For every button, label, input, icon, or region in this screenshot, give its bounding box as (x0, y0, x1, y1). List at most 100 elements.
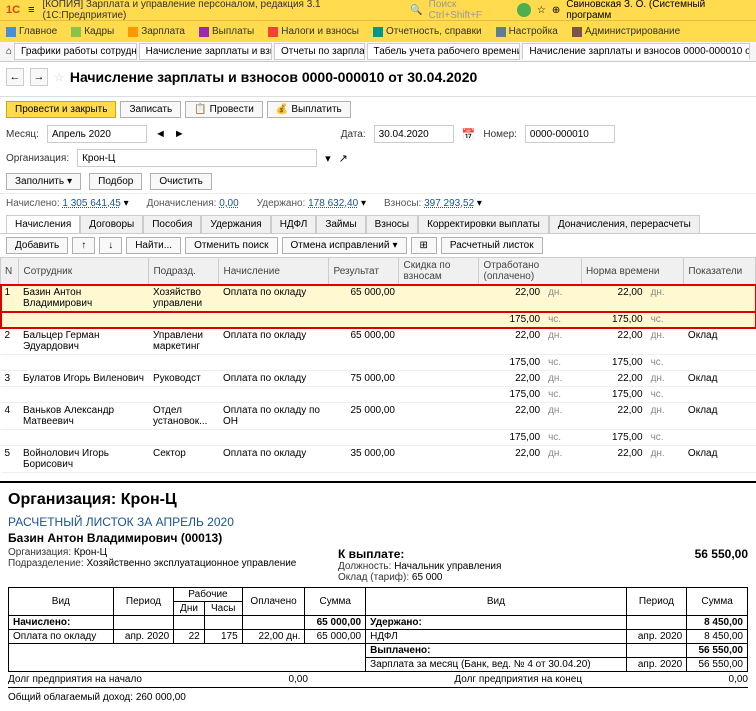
slip-col-period-l: Период (113, 588, 174, 616)
tab-ndfl[interactable]: НДФЛ (271, 215, 317, 233)
pay-button[interactable]: 💰Выплатить (267, 101, 351, 118)
window-title: [КОПИЯ] Зарплата и управление персоналом… (42, 0, 402, 21)
number-field[interactable] (525, 125, 615, 143)
tab-accruals-list[interactable]: Начисление зарплаты и взносов× (139, 43, 272, 60)
table-commands: Добавить ↑ ↓ Найти... Отменить поиск Отм… (0, 234, 756, 257)
tab-loans[interactable]: Займы (316, 215, 365, 233)
table-row[interactable]: 175,00чс. 175,00чс. (1, 312, 756, 328)
table-row[interactable]: 175,00чс. 175,00чс. (1, 430, 756, 446)
month-prev-icon[interactable]: ◄ (155, 128, 166, 140)
rate-value: 65 000 (412, 572, 443, 583)
cancel-find-button[interactable]: Отменить поиск (185, 237, 277, 254)
cancel-corrections-button[interactable]: Отмена исправлений ▾ (282, 237, 407, 254)
search-icon[interactable]: 🔍 (410, 5, 422, 16)
pos-label: Должность: (338, 561, 391, 572)
payslip-section: Организация: Крон-Ц РАСЧЕТНЫЙ ЛИСТОК ЗА … (0, 481, 756, 711)
slip-bank-period: апр. 2020 (626, 658, 687, 672)
tab-corrections[interactable]: Корректировки выплаты (418, 215, 549, 233)
tab-contributions[interactable]: Взносы (366, 215, 419, 233)
find-button[interactable]: Найти... (126, 237, 181, 254)
col-result[interactable]: Результат (329, 258, 399, 285)
payslip-button[interactable]: Расчетный листок (441, 237, 543, 254)
tab-contracts[interactable]: Договоры (80, 215, 143, 233)
slip-paid-cat: Выплачено: (366, 644, 627, 658)
open-icon[interactable]: ↗ (339, 152, 348, 165)
col-dept[interactable]: Подразд. (149, 258, 219, 285)
home-icon[interactable]: ⌂ (6, 46, 12, 57)
rate-label: Оклад (тариф): (338, 572, 409, 583)
col-emp[interactable]: Сотрудник (19, 258, 149, 285)
accrued-value[interactable]: 1 305 641,45 (62, 198, 120, 209)
payslip-dept: Хозяйственно эксплуатационное управление (86, 558, 296, 569)
move-down-button[interactable]: ↓ (99, 237, 122, 254)
col-disc[interactable]: Скидка по взносам (399, 258, 479, 285)
show-details-button[interactable]: ⊞ (411, 237, 437, 254)
slip-col-sum-r: Сумма (687, 588, 748, 616)
nav-fwd-button[interactable]: → (30, 68, 48, 86)
menu-payments[interactable]: Выплаты (199, 26, 254, 37)
col-n[interactable]: N (1, 258, 19, 285)
contrib-value[interactable]: 397 293,52 (424, 198, 474, 209)
month-label: Месяц: (6, 129, 39, 140)
menu-admin[interactable]: Администрирование (572, 26, 680, 37)
tab-benefits[interactable]: Пособия (143, 215, 201, 233)
income-label: Общий облагаемый доход: (8, 692, 133, 703)
favorite-icon[interactable]: ☆ (54, 71, 64, 84)
org-field[interactable] (77, 149, 317, 167)
menu-icon[interactable]: ≡ (28, 4, 34, 16)
col-norm[interactable]: Норма времени (581, 258, 683, 285)
table-row[interactable]: 2 Бальцер Герман Эдуардович Управлени ма… (1, 328, 756, 355)
tab-recalc[interactable]: Доначисления, перерасчеты (549, 215, 700, 233)
fill-button[interactable]: Заполнить ▾ (6, 173, 81, 190)
post-close-button[interactable]: Провести и закрыть (6, 101, 116, 118)
table-row[interactable]: 175,00чс. 175,00чс. (1, 387, 756, 403)
search-placeholder[interactable]: Поиск Ctrl+Shift+F (429, 0, 511, 21)
post-button[interactable]: 📋Провести (185, 101, 263, 118)
pick-button[interactable]: Подбор (89, 173, 142, 190)
tab-deductions[interactable]: Удержания (201, 215, 270, 233)
history-icon[interactable]: ⊕ (552, 5, 560, 16)
tab-timesheet[interactable]: Табель учета рабочего времени (Т-13)× (367, 43, 521, 60)
menu-settings[interactable]: Настройка (496, 26, 558, 37)
withheld-value[interactable]: 178 632,40 (308, 198, 358, 209)
tab-accruals[interactable]: Начисления (6, 215, 80, 233)
clear-button[interactable]: Очистить (150, 173, 212, 190)
save-button[interactable]: Записать (120, 101, 181, 118)
date-field[interactable] (374, 125, 454, 143)
menu-reports[interactable]: Отчетность, справки (373, 26, 482, 37)
col-indic[interactable]: Показатели (684, 258, 756, 285)
month-field[interactable] (47, 125, 147, 143)
calendar-icon[interactable]: 📅 (462, 128, 476, 141)
slip-ndfl-type: НДФЛ (366, 630, 627, 644)
pay-icon: 💰 (276, 104, 288, 115)
tab-accrual-doc[interactable]: Начисление зарплаты и взносов 0000-00001… (522, 43, 750, 60)
col-accr[interactable]: Начисление (219, 258, 329, 285)
main-menu: Главное Кадры Зарплата Выплаты Налоги и … (0, 20, 756, 42)
col-worked[interactable]: Отработано (оплачено) (479, 258, 581, 285)
accruals-grid[interactable]: N Сотрудник Подразд. Начисление Результа… (0, 257, 756, 473)
star-icon[interactable]: ☆ (537, 5, 546, 16)
table-row[interactable]: 175,00чс. 175,00чс. (1, 355, 756, 371)
payslip-dept-label: Подразделение: (8, 558, 84, 569)
slip-row-sum: 65 000,00 (305, 630, 366, 644)
slip-row-hours: 175 (204, 630, 242, 644)
tab-schedules[interactable]: Графики работы сотрудников× (14, 43, 137, 60)
bell-icon[interactable] (517, 3, 531, 17)
table-row[interactable]: 1 Базин Антон Владимирович Хозяйство упр… (1, 285, 756, 312)
nav-back-button[interactable]: ← (6, 68, 24, 86)
payslip-employee: Базин Антон Владимирович (00013) (8, 531, 748, 545)
table-row[interactable]: 4 Ваньков Александр Матвеевич Отдел уста… (1, 403, 756, 430)
extra-value[interactable]: 0,00 (219, 198, 238, 209)
menu-taxes[interactable]: Налоги и взносы (268, 26, 359, 37)
move-up-button[interactable]: ↑ (72, 237, 95, 254)
add-button[interactable]: Добавить (6, 237, 68, 254)
tab-salary-reports[interactable]: Отчеты по зарплате× (274, 43, 365, 60)
menu-main[interactable]: Главное (6, 26, 57, 37)
payslip-org: Крон-Ц (74, 547, 107, 558)
table-row[interactable]: 5 Войнолович Игорь Борисович Сектор Опла… (1, 446, 756, 473)
month-next-icon[interactable]: ► (174, 128, 185, 140)
table-row[interactable]: 3 Булатов Игорь Виленович Руководст Опла… (1, 371, 756, 387)
menu-salary[interactable]: Зарплата (128, 26, 185, 37)
menu-hr[interactable]: Кадры (71, 26, 114, 37)
dropdown-icon[interactable]: ▾ (325, 152, 331, 165)
